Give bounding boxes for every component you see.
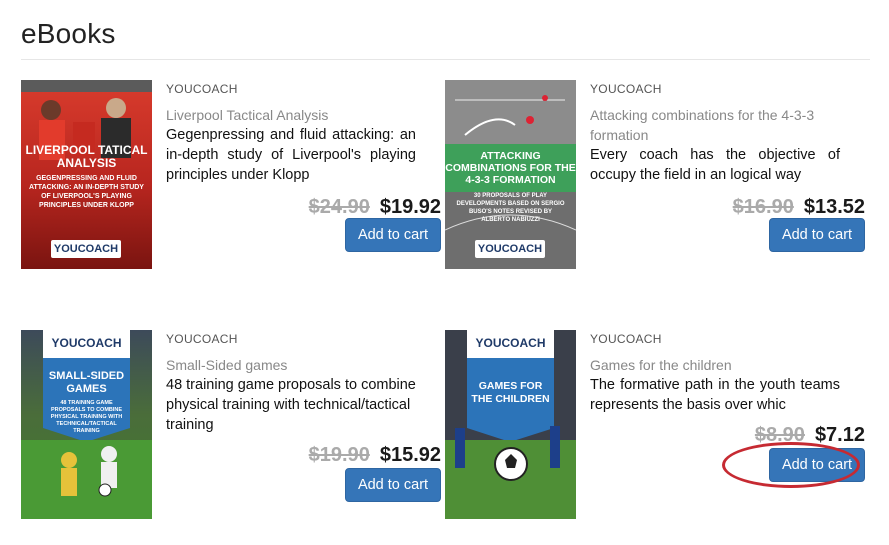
original-price: $24.90 (308, 196, 370, 218)
ebook-card: ATTACKING COMBINATIONS FOR THE 4-3-3 FOR… (445, 80, 865, 270)
book-cover-image[interactable]: YOUCOACH SMALL-SIDED GAMES 48 TRAINING G… (21, 330, 152, 519)
page-title: eBooks (21, 18, 116, 49)
ebook-card: YOUCOACH SMALL-SIDED GAMES 48 TRAINING G… (21, 330, 441, 520)
original-price: $19.90 (308, 444, 370, 466)
add-to-cart-button[interactable]: Add to cart (769, 218, 865, 252)
publisher-label: YOUCOACH (590, 332, 662, 346)
book-description: Gegenpressing and fluid attacking: an in… (166, 127, 416, 183)
book-title[interactable]: Attacking combinations for the 4-3-3 for… (590, 105, 840, 145)
youcoach-logo: YOUCOACH (475, 240, 545, 258)
book-title[interactable]: Games for the children (590, 355, 840, 375)
original-price: $8.90 (754, 424, 805, 446)
sale-price: $7.12 (814, 424, 865, 446)
sale-price: $19.92 (379, 196, 441, 218)
price-row: $19.90 $15.92 (309, 444, 441, 467)
publisher-label: YOUCOACH (166, 82, 238, 96)
cover-subheading: 48 TRAINING GAME PROPOSALS TO COMBINE PH… (50, 400, 123, 434)
publisher-label: YOUCOACH (166, 332, 238, 346)
cover-heading: LIVERPOOL TATICAL ANALYSIS (25, 143, 148, 170)
book-description: Every coach has the objective of occupy … (590, 147, 840, 183)
youcoach-logo: YOUCOACH (51, 336, 122, 350)
cover-subheading: GEGENPRESSING AND FLUID ATTACKING: AN IN… (29, 175, 144, 209)
price-row: $8.90 $7.12 (755, 424, 865, 447)
cover-heading: SMALL-SIDED GAMES (48, 370, 125, 395)
book-cover-image[interactable]: YOUCOACH GAMES FOR THE CHILDREN (445, 330, 576, 519)
original-price: $16.90 (732, 196, 794, 218)
children-game-illustration (445, 330, 576, 519)
ebook-card: YOUCOACH GAMES FOR THE CHILDREN YOUCOACH… (445, 330, 865, 520)
title-divider (21, 59, 870, 60)
cover-heading: ATTACKING COMBINATIONS FOR THE 4-3-3 FOR… (445, 150, 576, 186)
cover-subheading: 30 PROPOSALS OF PLAY DEVELOPMENTS BASED … (456, 193, 565, 223)
publisher-label: YOUCOACH (590, 82, 662, 96)
youcoach-logo: YOUCOACH (475, 336, 546, 350)
book-cover-image[interactable]: LIVERPOOL TATICAL ANALYSIS GEGENPRESSING… (21, 80, 152, 269)
book-title[interactable]: Liverpool Tactical Analysis (166, 105, 416, 125)
book-title[interactable]: Small-Sided games (166, 355, 416, 375)
book-description: The formative path in the youth teams re… (590, 377, 840, 413)
add-to-cart-button[interactable]: Add to cart (345, 218, 441, 252)
price-row: $24.90 $19.92 (309, 196, 441, 219)
youcoach-logo: YOUCOACH (51, 240, 121, 258)
sale-price: $15.92 (379, 444, 441, 466)
book-description: 48 training game proposals to combine ph… (166, 377, 416, 433)
add-to-cart-button[interactable]: Add to cart (345, 468, 441, 502)
ebook-card: LIVERPOOL TATICAL ANALYSIS GEGENPRESSING… (21, 80, 441, 270)
price-row: $16.90 $13.52 (733, 196, 865, 219)
add-to-cart-button[interactable]: Add to cart (769, 448, 865, 482)
book-cover-image[interactable]: ATTACKING COMBINATIONS FOR THE 4-3-3 FOR… (445, 80, 576, 269)
cover-heading: GAMES FOR THE CHILDREN (471, 380, 550, 405)
sale-price: $13.52 (803, 196, 865, 218)
